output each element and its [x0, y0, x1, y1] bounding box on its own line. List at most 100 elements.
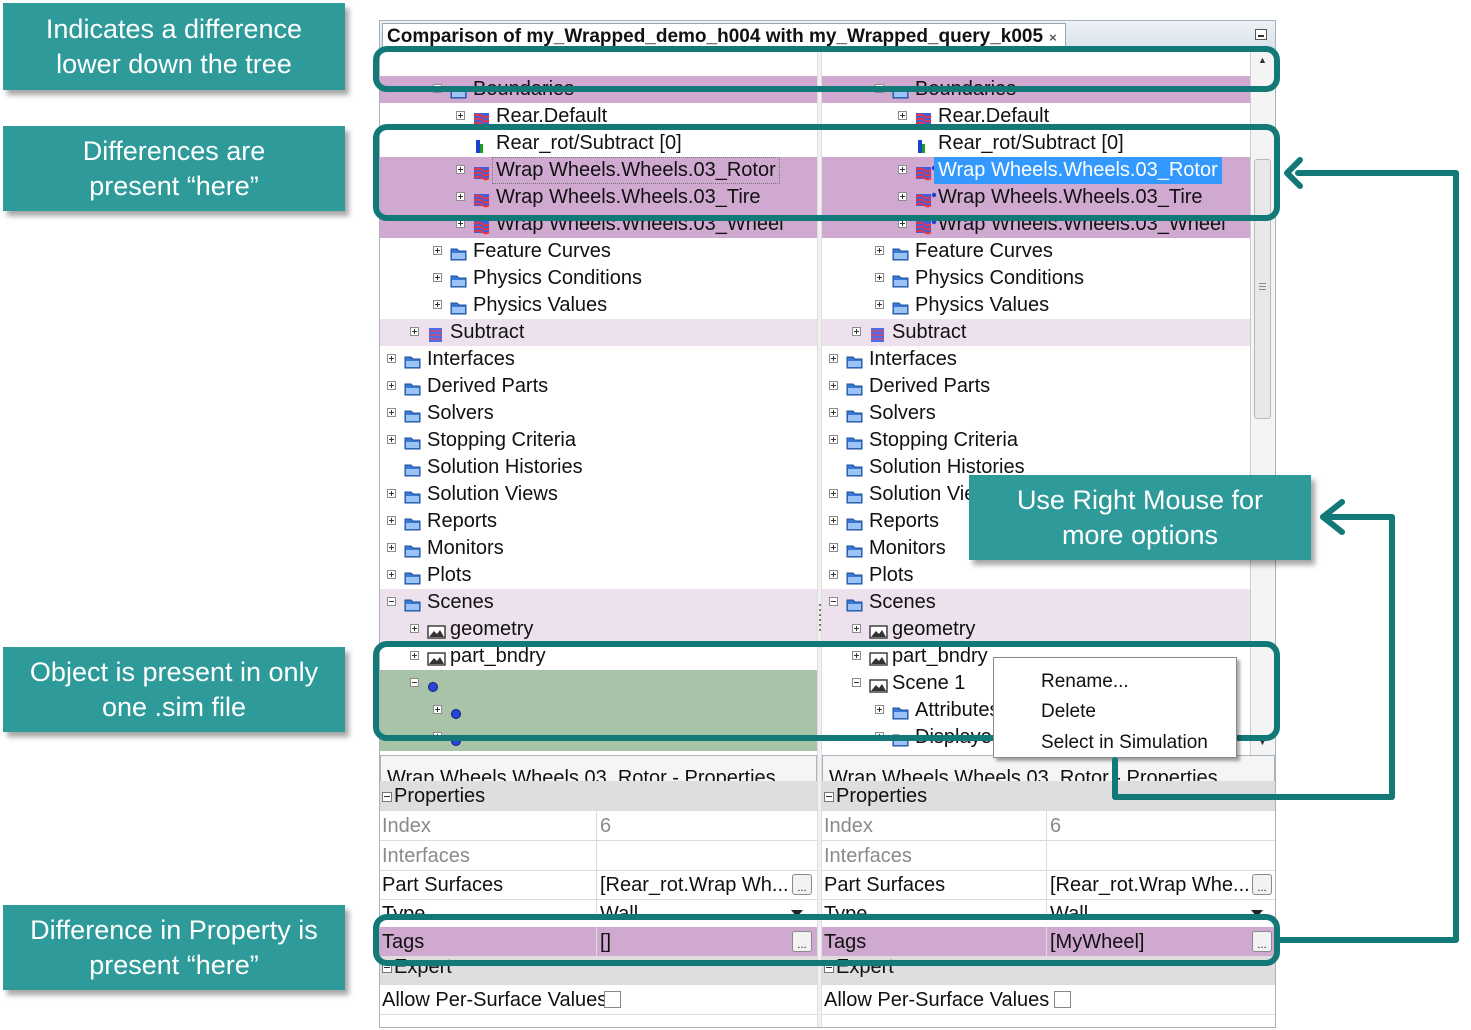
- tree-row-label: Reports: [869, 510, 940, 532]
- callout-property-difference: Difference in Property is present “here”: [3, 905, 345, 990]
- part-surfaces-value[interactable]: [Rear_rot.Wrap Whe...: [1046, 870, 1250, 899]
- right-index-row: Index 6: [822, 811, 1275, 841]
- tree-row-label: Stopping Criteria: [869, 429, 1018, 451]
- expand-icon[interactable]: [829, 354, 838, 363]
- collapse-icon[interactable]: [829, 597, 838, 606]
- expand-icon[interactable]: [829, 408, 838, 417]
- folder-icon: [450, 297, 467, 315]
- expand-icon[interactable]: [410, 327, 419, 336]
- tree-row-solution-histories[interactable]: Solution Histories: [380, 454, 817, 481]
- region-icon: [427, 324, 444, 342]
- tree-row-physics-values[interactable]: Physics Values: [380, 292, 817, 319]
- expand-icon[interactable]: [829, 435, 838, 444]
- expand-icon[interactable]: [852, 624, 861, 633]
- expand-icon[interactable]: [387, 570, 396, 579]
- connector-arrowhead-icon: [1284, 157, 1303, 189]
- expand-icon[interactable]: [456, 111, 465, 120]
- menu-item-select-in-simulation[interactable]: Select in Simulation: [1041, 729, 1208, 757]
- right-properties-section[interactable]: Properties: [822, 781, 1275, 811]
- tree-row-geometry[interactable]: geometry: [822, 616, 1250, 643]
- tree-row-interfaces[interactable]: Interfaces: [380, 346, 817, 373]
- tree-row-solvers[interactable]: Solvers: [380, 400, 817, 427]
- expand-icon[interactable]: [387, 354, 396, 363]
- tree-row-plots[interactable]: Plots: [822, 562, 1250, 589]
- menu-item-delete[interactable]: Delete: [1041, 698, 1096, 726]
- expand-icon[interactable]: [875, 273, 884, 282]
- tree-row-interfaces[interactable]: Interfaces: [822, 346, 1250, 373]
- tree-row-physics-conditions[interactable]: Physics Conditions: [380, 265, 817, 292]
- folder-icon: [404, 405, 421, 423]
- tree-row-stopping-criteria[interactable]: Stopping Criteria: [822, 427, 1250, 454]
- tree-row-stopping-criteria[interactable]: Stopping Criteria: [380, 427, 817, 454]
- folder-icon: [892, 297, 909, 315]
- folder-icon: [404, 567, 421, 585]
- expand-icon[interactable]: [387, 543, 396, 552]
- tree-row-physics-conditions[interactable]: Physics Conditions: [822, 265, 1250, 292]
- per-surface-checkbox[interactable]: [1054, 991, 1071, 1008]
- part-surfaces-ellipsis-button[interactable]: ...: [1252, 874, 1272, 895]
- part-surfaces-ellipsis-button[interactable]: ...: [792, 874, 812, 895]
- expand-icon[interactable]: [829, 543, 838, 552]
- tree-row-derived-parts[interactable]: Derived Parts: [380, 373, 817, 400]
- section-label: Properties: [836, 785, 928, 807]
- expand-icon[interactable]: [387, 489, 396, 498]
- expand-icon[interactable]: [898, 111, 907, 120]
- expand-icon[interactable]: [387, 381, 396, 390]
- expand-icon[interactable]: [387, 516, 396, 525]
- tree-row-scenes[interactable]: Scenes: [380, 589, 817, 616]
- tree-row-solvers[interactable]: Solvers: [822, 400, 1250, 427]
- highlight-tags-row: [373, 914, 1280, 966]
- expand-icon[interactable]: [410, 624, 419, 633]
- collapse-icon[interactable]: [382, 792, 392, 802]
- tree-row-feature-curves[interactable]: Feature Curves: [380, 238, 817, 265]
- expand-icon[interactable]: [829, 489, 838, 498]
- tree-row-label: Physics Values: [473, 294, 608, 316]
- tree-row-subtract[interactable]: Subtract: [822, 319, 1250, 346]
- tree-row-derived-parts[interactable]: Derived Parts: [822, 373, 1250, 400]
- tree-row-monitors[interactable]: Monitors: [380, 535, 817, 562]
- menu-item-rename[interactable]: Rename...: [1041, 668, 1129, 696]
- tree-row-solution-views[interactable]: Solution Views: [380, 481, 817, 508]
- expand-icon[interactable]: [387, 408, 396, 417]
- tree-row-label: geometry: [892, 618, 976, 640]
- properties-splitter[interactable]: [817, 755, 822, 1027]
- folder-icon: [404, 432, 421, 450]
- tree-row-geometry[interactable]: geometry: [380, 616, 817, 643]
- tree-row-label: Subtract: [450, 321, 525, 343]
- close-icon[interactable]: ×: [1049, 30, 1057, 45]
- folder-icon: [450, 270, 467, 288]
- expand-icon[interactable]: [875, 246, 884, 255]
- minimize-icon[interactable]: [1255, 29, 1267, 40]
- tree-row-label: Solution Histories: [427, 456, 583, 478]
- expand-icon[interactable]: [829, 381, 838, 390]
- expand-icon[interactable]: [875, 300, 884, 309]
- folder-icon: [846, 351, 863, 369]
- tree-row-label: Physics Conditions: [473, 267, 642, 289]
- thumb-grip-icon: [1259, 283, 1266, 292]
- expand-icon[interactable]: [433, 300, 442, 309]
- tree-row-plots[interactable]: Plots: [380, 562, 817, 589]
- callout-text: Use Right Mouse for: [1016, 484, 1264, 515]
- splitter-grip: [819, 604, 821, 634]
- tree-row-scenes[interactable]: Scenes: [822, 589, 1250, 616]
- tree-row-reports[interactable]: Reports: [380, 508, 817, 535]
- expand-icon[interactable]: [829, 516, 838, 525]
- expand-icon[interactable]: [852, 327, 861, 336]
- expand-icon[interactable]: [433, 246, 442, 255]
- tree-row-feature-curves[interactable]: Feature Curves: [822, 238, 1250, 265]
- expand-icon[interactable]: [433, 273, 442, 282]
- callout-text: Object is present in only: [29, 656, 319, 687]
- interfaces-value: [1046, 841, 1275, 870]
- callout-text: more options: [1061, 519, 1219, 550]
- expand-icon[interactable]: [829, 570, 838, 579]
- expand-icon[interactable]: [387, 435, 396, 444]
- part-surfaces-value[interactable]: [Rear_rot.Wrap Wh...: [596, 870, 793, 899]
- callout-differences-here: Differences are present “here”: [3, 126, 345, 211]
- per-surface-checkbox[interactable]: [604, 991, 621, 1008]
- tree-row-physics-values[interactable]: Physics Values: [822, 292, 1250, 319]
- highlight-boundaries-row: [373, 46, 1280, 92]
- collapse-icon[interactable]: [387, 597, 396, 606]
- collapse-icon[interactable]: [824, 792, 834, 802]
- left-properties-section[interactable]: Properties: [380, 781, 817, 811]
- tree-row-subtract[interactable]: Subtract: [380, 319, 817, 346]
